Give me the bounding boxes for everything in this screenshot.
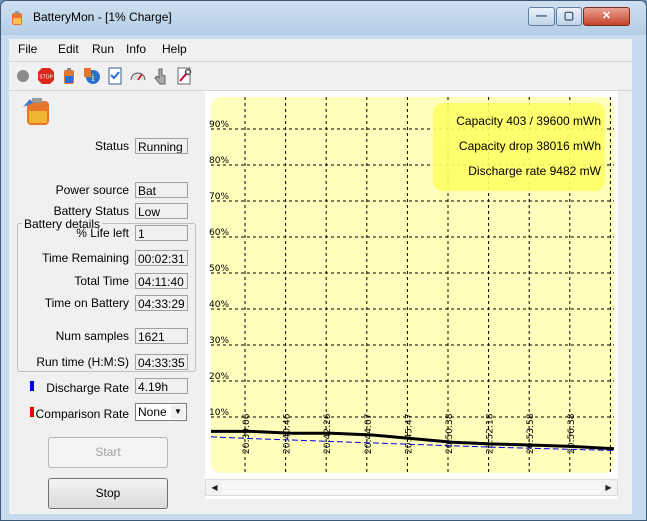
status-label: Status — [94, 139, 129, 153]
chart-info-line: Capacity drop 38016 mWh — [459, 139, 601, 153]
run-time-value: 04:33:35 — [135, 354, 188, 370]
run-time-label: Run time (H:M:S) — [36, 355, 129, 369]
chart-info-line: Capacity 403 / 39600 mWh — [456, 114, 601, 128]
menu-file[interactable]: File — [18, 42, 37, 56]
life-left-value: 1 — [135, 225, 188, 241]
chevron-down-icon[interactable]: ▼ — [171, 405, 185, 419]
gauge-icon[interactable] — [128, 66, 148, 86]
power-source-label: Power source — [55, 183, 129, 197]
batterymon-window: BatteryMon - [1% Charge] — ▢ ✕ File Edit… — [0, 0, 647, 521]
y-tick-label: 90% — [209, 120, 229, 130]
x-tick-label: 20:52:18 — [486, 413, 496, 454]
menu-run[interactable]: Run — [92, 42, 114, 56]
time-on-battery-value: 04:33:29 — [135, 295, 188, 311]
battery-status-label: Battery Status — [53, 204, 129, 218]
pointer-icon[interactable] — [151, 66, 171, 86]
chart-area: 10% 20% 30% 40% 50% 60% 70% 80% 90% 20:39:06 20:40… — [205, 91, 618, 499]
discharge-rate-label: Discharge Rate — [46, 381, 129, 395]
info-icon[interactable]: i — [82, 66, 102, 86]
toolbar: STOP i — [9, 61, 632, 91]
chart-info-line: Discharge rate 9482 mW — [468, 164, 601, 178]
minimize-button[interactable]: — — [528, 7, 555, 26]
title-bar[interactable]: BatteryMon - [1% Charge] — ▢ ✕ — [1, 1, 646, 35]
wrench-icon[interactable] — [174, 66, 194, 86]
total-time-value: 04:11:40 — [135, 273, 188, 289]
comparison-rate-label: Comparison Rate — [35, 407, 129, 421]
close-button[interactable]: ✕ — [583, 7, 630, 26]
num-samples-value: 1621 — [135, 328, 188, 344]
comparison-rate-select[interactable]: None ▼ — [135, 403, 187, 421]
discharge-rate-value: 4.19h — [135, 378, 188, 394]
y-tick-label: 80% — [209, 156, 229, 166]
x-tick-label: 20:39:06 — [242, 413, 252, 454]
svg-text:STOP: STOP — [39, 75, 52, 81]
start-button[interactable]: Start — [48, 437, 168, 468]
y-tick-label: 10% — [209, 408, 229, 418]
checklist-icon[interactable] — [105, 66, 125, 86]
svg-text:i: i — [92, 74, 95, 84]
life-left-label: % Life left — [76, 226, 129, 240]
stop-button[interactable]: Stop — [48, 478, 168, 509]
comparison-color-marker — [30, 407, 34, 417]
scroll-right-arrow[interactable]: ▶ — [601, 481, 616, 494]
battery-icon[interactable] — [59, 66, 79, 86]
left-panel: Status Running Battery details Power sou… — [9, 91, 197, 511]
time-remaining-label: Time Remaining — [42, 251, 129, 265]
menu-help[interactable]: Help — [162, 42, 187, 56]
scroll-left-arrow[interactable]: ◀ — [207, 481, 222, 494]
power-source-value: Bat — [135, 182, 188, 198]
menu-edit[interactable]: Edit — [58, 42, 79, 56]
total-time-label: Total Time — [74, 274, 129, 288]
x-tick-label: 20:50:38 — [445, 413, 455, 454]
num-samples-label: Num samples — [55, 329, 129, 343]
stop-sign-icon[interactable]: STOP — [36, 66, 56, 86]
y-tick-label: 50% — [209, 264, 229, 274]
window-title: BatteryMon - [1% Charge] — [33, 10, 172, 24]
time-on-battery-label: Time on Battery — [44, 296, 129, 310]
horizontal-scrollbar[interactable]: ◀ ▶ — [205, 479, 618, 496]
status-value: Running — [135, 138, 188, 154]
battery-app-icon — [12, 11, 22, 25]
maximize-button[interactable]: ▢ — [556, 7, 582, 26]
x-tick-label: 20:45:47 — [404, 414, 414, 454]
record-icon[interactable] — [13, 66, 33, 86]
y-tick-label: 30% — [209, 336, 229, 346]
y-tick-label: 40% — [209, 300, 229, 310]
comparison-rate-selected: None — [138, 405, 167, 419]
y-tick-label: 60% — [209, 228, 229, 238]
battery-status-value: Low — [135, 203, 188, 219]
scroll-thumb[interactable] — [222, 481, 601, 494]
discharge-color-marker — [30, 381, 34, 391]
battery-logo-icon — [23, 98, 49, 125]
y-tick-label: 70% — [209, 192, 229, 202]
client-area: File Edit Run Info Help STOP i Status Ru… — [9, 39, 632, 514]
menu-info[interactable]: Info — [126, 42, 146, 56]
time-remaining-value: 00:02:31 — [135, 250, 188, 266]
battery-chart: 10%20%30%40%50%60%70%80%90%20:39:06 20:40… — [209, 97, 615, 473]
menu-bar: File Edit Run Info Help — [9, 39, 632, 59]
y-tick-label: 20% — [209, 372, 229, 382]
